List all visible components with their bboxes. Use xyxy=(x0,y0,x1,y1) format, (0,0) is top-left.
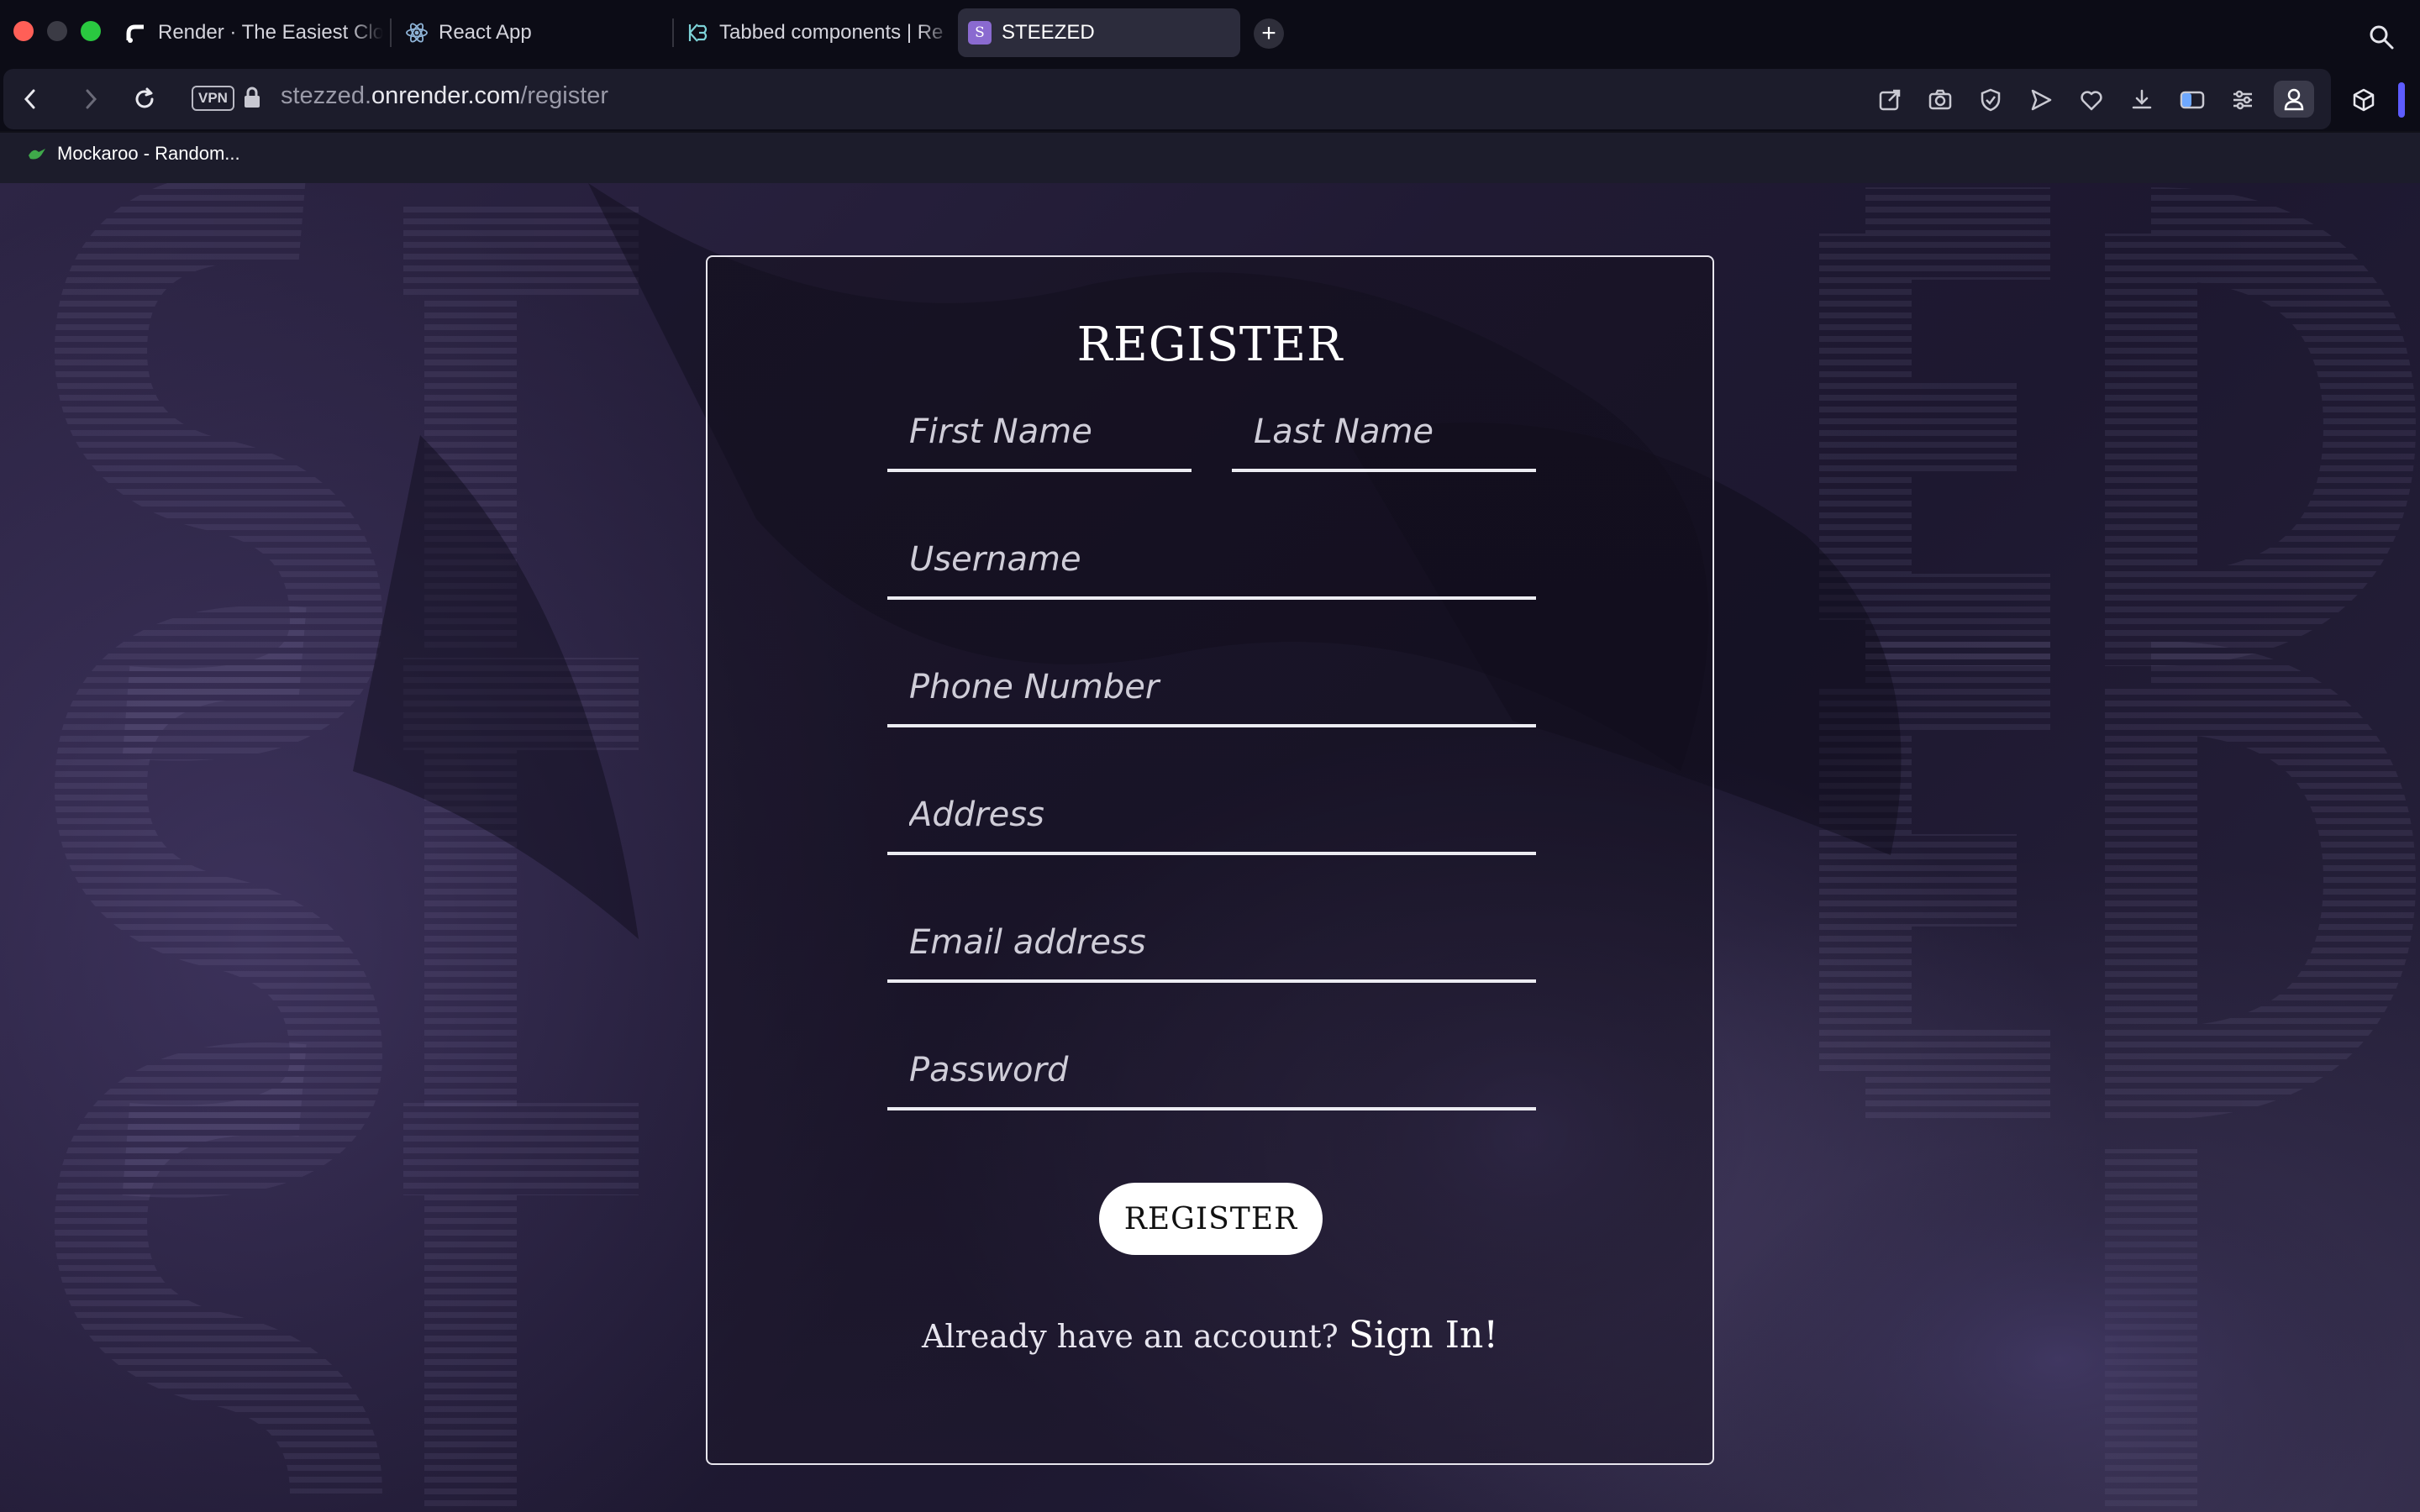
shield-check-icon xyxy=(1981,88,2001,112)
phone-field xyxy=(887,647,1536,727)
user-icon xyxy=(2284,88,2304,111)
reload-button[interactable] xyxy=(131,86,158,113)
plus-icon: + xyxy=(1261,19,1276,47)
bookmark-label: Mockaroo - Random... xyxy=(57,143,240,164)
chakra-logo-icon xyxy=(686,21,709,45)
address-field xyxy=(887,774,1536,855)
tab-render[interactable]: Render · The Easiest Clo xyxy=(114,8,383,57)
vpn-badge[interactable]: VPN xyxy=(192,86,234,111)
camera-icon xyxy=(1928,89,1952,110)
react-logo-icon xyxy=(405,21,429,45)
phone-input[interactable] xyxy=(887,662,1536,712)
steezed-favicon-icon: S xyxy=(968,21,992,45)
password-field xyxy=(887,1030,1536,1110)
flow-button[interactable] xyxy=(2027,86,2055,114)
tab-label: STEEZED xyxy=(1002,21,1095,44)
sidebar-toggle-button[interactable] xyxy=(2178,86,2207,114)
extensions-button[interactable] xyxy=(2349,86,2378,114)
password-input[interactable] xyxy=(887,1045,1536,1095)
register-page: REGISTER REGISTER Already have an accoun… xyxy=(0,183,2420,1512)
send-icon xyxy=(2031,89,2052,111)
browser-tab-bar: Render · The Easiest Clo React App Tabbe… xyxy=(0,0,2420,67)
bookmarks-bar: Mockaroo - Random... xyxy=(0,131,2420,183)
first-name-input[interactable] xyxy=(887,407,1192,457)
first-name-field xyxy=(887,391,1192,472)
easy-setup-button[interactable] xyxy=(2228,86,2257,114)
back-button[interactable] xyxy=(17,86,44,113)
download-icon xyxy=(2132,89,2152,109)
tab-chakra[interactable]: Tabbed components | Re xyxy=(676,8,953,57)
profile-button[interactable] xyxy=(2274,81,2314,118)
extensions-area xyxy=(2336,69,2420,129)
last-name-input[interactable] xyxy=(1232,407,1536,457)
tab-search-button[interactable] xyxy=(2368,24,2395,55)
downloads-button[interactable] xyxy=(2128,86,2156,114)
last-name-field xyxy=(1232,391,1536,472)
cube-icon xyxy=(2353,88,2375,112)
favorites-button[interactable] xyxy=(2077,86,2106,114)
email-input[interactable] xyxy=(887,917,1536,968)
tab-steezed[interactable]: S STEEZED xyxy=(958,8,1240,57)
share-icon xyxy=(1879,89,1901,111)
close-window-button[interactable] xyxy=(13,21,34,41)
sidebar-icon xyxy=(2180,91,2205,109)
forward-button[interactable] xyxy=(77,86,104,113)
url-host: onrender.com xyxy=(371,82,521,109)
share-button[interactable] xyxy=(1876,86,1904,114)
snapshot-button[interactable] xyxy=(1926,86,1954,114)
adblock-button[interactable] xyxy=(1976,86,2005,114)
username-input[interactable] xyxy=(887,534,1536,585)
reload-icon xyxy=(135,87,154,108)
tab-label: React App xyxy=(439,21,532,44)
bookmark-mockaroo[interactable]: Mockaroo - Random... xyxy=(27,143,240,165)
url-prefix: stezzed. xyxy=(281,82,371,109)
email-field xyxy=(887,902,1536,983)
tab-react-app[interactable]: React App xyxy=(395,8,672,57)
chevron-right-icon xyxy=(86,89,97,109)
url-path: /register xyxy=(520,82,609,109)
address-input[interactable] xyxy=(887,790,1536,840)
url-text[interactable]: stezzed.onrender.com/register xyxy=(281,82,608,110)
sidebar-handle[interactable] xyxy=(2398,82,2405,118)
tab-label: Tabbed components | Re xyxy=(719,21,944,44)
page-title: REGISTER xyxy=(1076,318,1344,372)
username-field xyxy=(887,519,1536,600)
render-logo-icon xyxy=(124,21,148,45)
mockaroo-icon xyxy=(29,149,45,160)
lock-icon[interactable] xyxy=(239,84,266,111)
search-icon xyxy=(2370,25,2394,50)
new-tab-button[interactable]: + xyxy=(1254,18,1284,49)
zoom-window-button[interactable] xyxy=(81,21,101,41)
register-card: REGISTER REGISTER Already have an accoun… xyxy=(706,255,1714,1465)
register-button[interactable]: REGISTER xyxy=(1099,1183,1323,1255)
signin-prompt: Already have an account? xyxy=(921,1318,1339,1355)
heart-icon xyxy=(2081,91,2102,111)
sliders-icon xyxy=(2233,90,2252,110)
chevron-left-icon xyxy=(24,89,35,109)
minimize-window-button[interactable] xyxy=(47,21,67,41)
signin-link[interactable]: Sign In! xyxy=(1349,1314,1498,1357)
signin-prompt-line: Already have an account? Sign In! xyxy=(708,1314,1712,1357)
